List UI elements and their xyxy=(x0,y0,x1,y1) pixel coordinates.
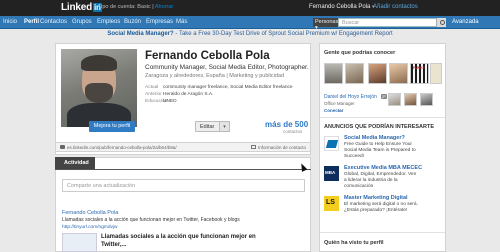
nav-item-grupos[interactable]: Grupos xyxy=(72,19,92,25)
public-profile-url[interactable]: es.linkedin.com/pub/fernando-cebolla-pol… xyxy=(67,145,177,150)
activity-thumbnail[interactable] xyxy=(62,233,97,252)
avatar[interactable] xyxy=(389,63,408,84)
linkedin-logo[interactable]: Linked in xyxy=(61,2,102,13)
ad-text: ¿Estás preparado? ¡Entérate! xyxy=(344,208,408,213)
connections-count[interactable]: más de 500 xyxy=(265,120,308,129)
divider xyxy=(320,117,445,118)
pymk-title: Office Manager xyxy=(324,101,355,106)
profile-card-icon xyxy=(60,145,65,149)
nav-item-perfil[interactable]: Perfil xyxy=(24,19,39,25)
account-type: Tipo de cuenta: Basic | Ahorrar xyxy=(98,4,174,10)
ad-title[interactable]: Master Marketing Digital xyxy=(344,195,408,201)
connection-degree-badge: 2º xyxy=(381,94,387,99)
nav-item-empleos[interactable]: Empleos xyxy=(97,19,120,25)
improve-profile-button[interactable]: Mejora tu perfil xyxy=(89,121,135,132)
avatar-badge: FUNKY xyxy=(413,66,426,70)
close-icon[interactable]: × xyxy=(338,108,341,113)
search-icon[interactable] xyxy=(436,18,446,27)
profile-headline: Community Manager, Social Media Editor, … xyxy=(145,64,309,71)
ad-text: Social Media Team is Prepared to xyxy=(344,148,416,153)
top-bar: Linked in Tipo de cuenta: Basic | Ahorrar… xyxy=(0,0,500,16)
avatar[interactable] xyxy=(368,63,387,84)
nav-item-empresas[interactable]: Empresas xyxy=(146,19,173,25)
activity-card-title-cont[interactable]: Twitter,... xyxy=(101,242,127,248)
detail-current: Actual community manager freelance, Socia… xyxy=(145,85,293,90)
profile-photo[interactable] xyxy=(61,49,137,127)
search-scope-select[interactable]: Personas ▾ xyxy=(313,18,338,31)
main-nav: Inicio Perfil Contactos Grupos Empleos B… xyxy=(0,16,500,31)
profile-location: Zaragoza y alrededores, España | Marketi… xyxy=(145,73,285,79)
ad-text: Free Guide to Help Ensure Your xyxy=(344,142,412,147)
nav-item-inicio[interactable]: Inicio xyxy=(3,19,17,25)
avatar[interactable] xyxy=(430,63,442,84)
ad-text: El marketing será digital o no será. xyxy=(344,202,418,207)
connections-label: contactos xyxy=(283,129,303,134)
add-contacts-link[interactable]: Añadir contactos xyxy=(373,4,418,10)
avatar[interactable] xyxy=(345,63,364,84)
ad-text: Succeed! xyxy=(344,154,365,159)
divider xyxy=(320,232,445,233)
ad-text: a liderar la industria de la xyxy=(344,178,398,183)
share-update-input[interactable]: Comparte una actualización xyxy=(62,179,305,192)
avatar[interactable] xyxy=(388,93,401,106)
profile-name: Fernando Cebolla Pola xyxy=(145,50,270,62)
profile-viewers-heading[interactable]: Quién ha visto tu perfil xyxy=(324,240,384,246)
search-input[interactable]: Buscar xyxy=(338,18,446,27)
avatar[interactable] xyxy=(404,93,417,106)
upgrade-link[interactable]: Ahorrar xyxy=(155,4,173,10)
user-menu[interactable]: Fernando Cebolla Pola ▾ xyxy=(309,4,375,10)
chevron-down-icon[interactable]: ▾ xyxy=(219,121,230,132)
pymk-heading: Gente que podrías conocer xyxy=(324,50,396,56)
avatar[interactable] xyxy=(324,63,343,84)
advanced-search-link[interactable]: Avanzada xyxy=(452,19,479,25)
ad-title[interactable]: Executive Media MBA MECEC xyxy=(344,165,422,171)
nav-item-contactos[interactable]: Contactos xyxy=(40,19,67,25)
activity-link[interactable]: http://tinyurl.com/ngmdvjw xyxy=(62,225,117,230)
ad-text: comunicación xyxy=(344,184,374,189)
avatar[interactable] xyxy=(420,93,433,106)
activity-card-title[interactable]: Llamadas sociales a la acción que funcio… xyxy=(101,234,256,240)
divider xyxy=(55,169,311,170)
ad-text: Global, Digital, Emprendedor. Ven xyxy=(344,172,417,177)
avatar[interactable]: FUNKY xyxy=(410,63,429,84)
promo-banner[interactable]: Social Media Manager? - Take a Free 30-D… xyxy=(0,31,500,37)
ad-logo[interactable] xyxy=(324,196,339,211)
contact-card-icon xyxy=(251,145,256,149)
profile-card: Fernando Cebolla Pola Community Manager,… xyxy=(55,43,311,155)
ad-title[interactable]: Social Media Manager? xyxy=(344,135,405,141)
detail-education: EducaciónUNED xyxy=(145,99,177,104)
tab-activity[interactable]: Actividad xyxy=(55,157,95,169)
nav-item-buzon[interactable]: Buzón xyxy=(124,19,141,25)
ad-logo[interactable] xyxy=(324,136,339,151)
activity-author[interactable]: Fernando Cebolla Pola xyxy=(62,210,118,216)
contact-info-link[interactable]: Información de contacto xyxy=(258,145,306,150)
activity-text: Llamadas sociales a la acción que funcio… xyxy=(62,217,240,223)
nav-item-mas[interactable]: Más xyxy=(176,19,187,25)
ads-heading: ANUNCIOS QUE PODRÍAN INTERESARTE xyxy=(324,124,435,130)
pymk-name[interactable]: Daniel del Hoyo Errejón xyxy=(324,94,377,100)
detail-previous: AnteriorHeraldo de Aragón S.A. xyxy=(145,92,214,97)
ad-logo[interactable] xyxy=(324,166,339,181)
